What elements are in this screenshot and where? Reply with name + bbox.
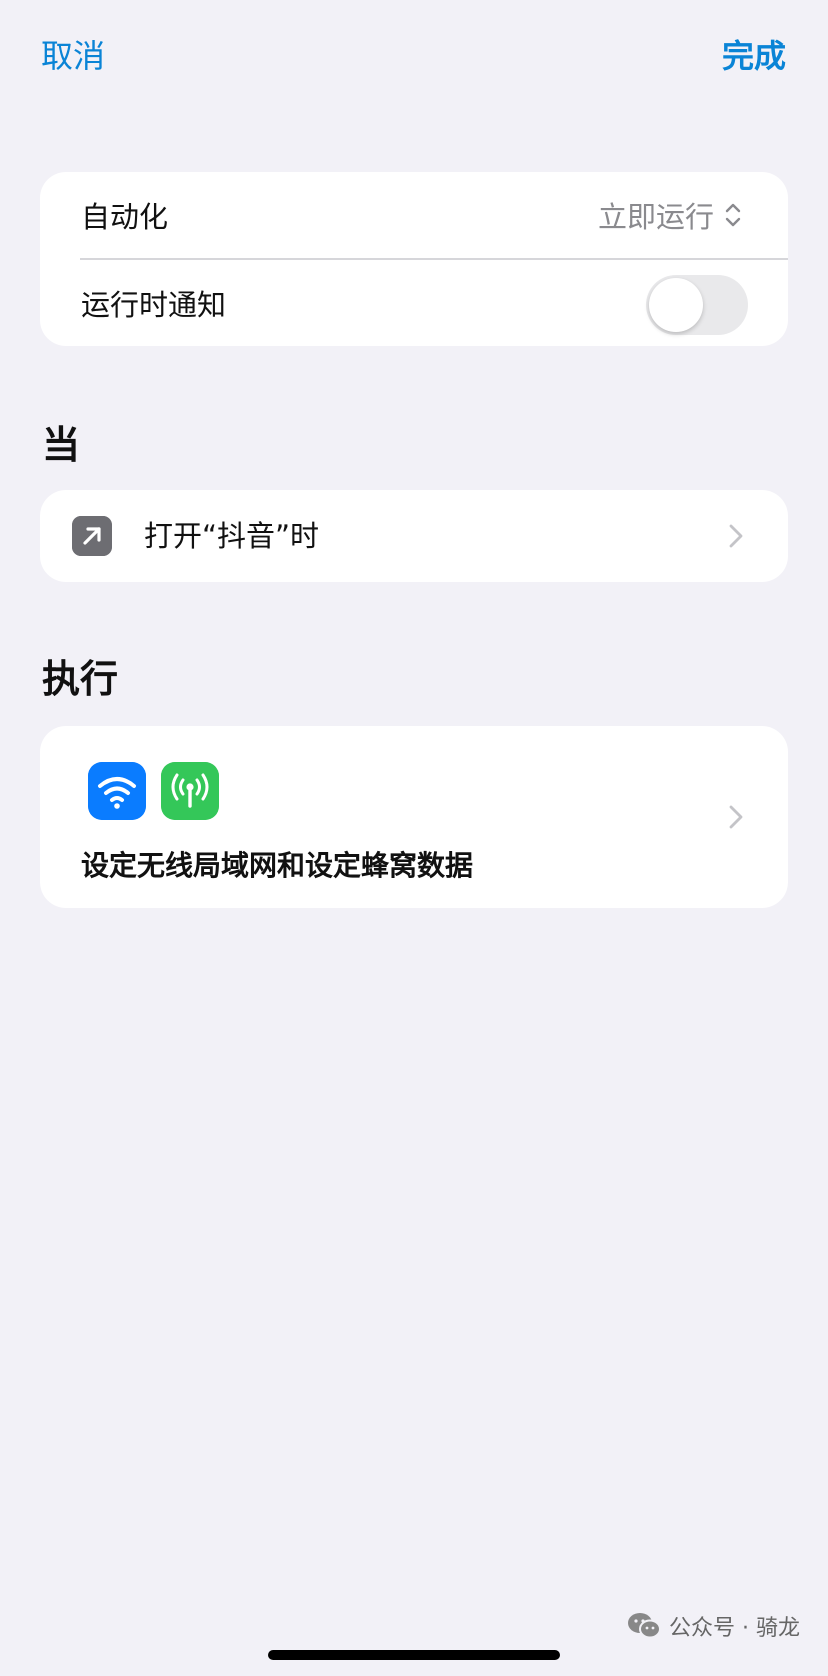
chevron-updown-icon: [725, 203, 741, 227]
toggle-knob: [649, 278, 703, 332]
automation-value-text: 立即运行: [597, 200, 714, 234]
home-indicator: [268, 1650, 560, 1660]
trigger-row[interactable]: 打开“抖音”时: [40, 490, 788, 582]
wechat-icon: [628, 1613, 662, 1639]
cellular-antenna-icon: [161, 762, 219, 820]
done-button[interactable]: 完成: [722, 34, 786, 78]
notify-row: 运行时通知: [40, 260, 788, 346]
settings-card: 自动化 立即运行 运行时通知: [40, 172, 788, 346]
automation-row[interactable]: 自动化 立即运行: [40, 172, 788, 258]
wifi-icon: [88, 762, 146, 820]
automation-value[interactable]: 立即运行: [598, 194, 742, 236]
watermark: 公众号 · 骑龙: [627, 1610, 800, 1642]
open-app-arrow-icon: [72, 516, 112, 556]
notify-label: 运行时通知: [81, 288, 227, 322]
when-section-title: 当: [42, 423, 81, 467]
do-section-title: 执行: [42, 657, 119, 701]
cancel-button[interactable]: 取消: [41, 34, 105, 78]
chevron-right-icon: [729, 805, 743, 829]
trigger-label: 打开“抖音”时: [144, 519, 320, 553]
notify-toggle[interactable]: [646, 275, 748, 335]
watermark-text: 公众号 · 骑龙: [669, 1616, 800, 1641]
automation-label: 自动化: [81, 200, 169, 234]
action-row[interactable]: 设定无线局域网和设定蜂窝数据: [40, 726, 788, 908]
action-label: 设定无线局域网和设定蜂窝数据: [81, 849, 474, 882]
chevron-right-icon: [729, 524, 743, 548]
